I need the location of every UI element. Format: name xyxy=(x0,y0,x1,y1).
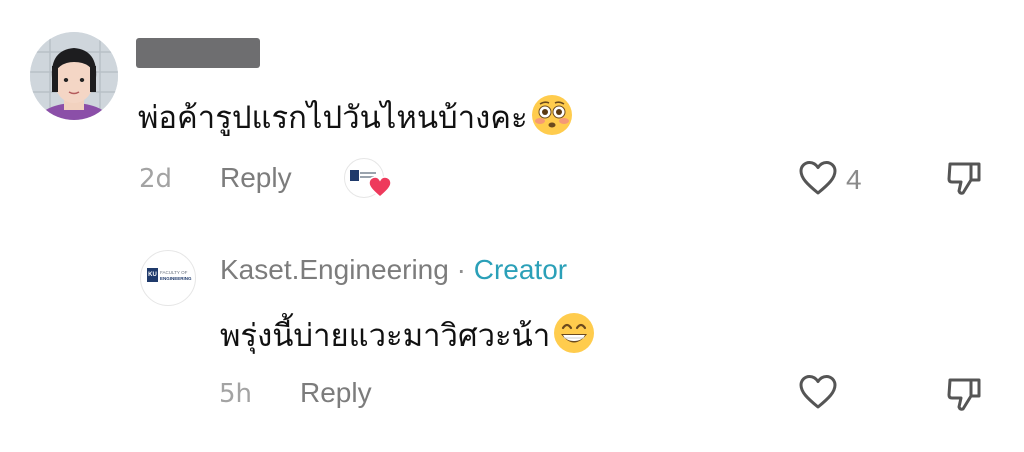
flushed-face-icon xyxy=(530,93,574,146)
reply-text: พรุ่งนี้บ่ายแวะมาวิศวะน้า xyxy=(220,311,596,364)
dislike-button-2[interactable] xyxy=(944,374,984,418)
heart-outline-icon xyxy=(799,161,837,195)
reply-timestamp: 5h xyxy=(219,379,253,409)
redacted-username xyxy=(136,38,260,68)
comment-timestamp: 2d xyxy=(139,164,173,194)
comment-text: พ่อค้ารูปแรกไปวันไหนบ้างคะ xyxy=(138,93,574,146)
logo-text: FACULTY OF xyxy=(160,270,188,275)
heart-outline-icon xyxy=(799,375,837,409)
comment-body: พ่อค้ารูปแรกไปวันไหนบ้างคะ xyxy=(138,100,528,137)
separator-dot: · xyxy=(456,254,466,285)
creator-badge: Creator xyxy=(473,254,568,285)
dislike-button[interactable] xyxy=(944,158,984,202)
logo-mark: KU xyxy=(148,272,157,278)
like-button[interactable] xyxy=(798,160,838,200)
heart-filled-icon xyxy=(368,176,392,202)
creator-avatar[interactable]: KU FACULTY OF ENGINEERING xyxy=(140,250,196,306)
username[interactable]: Kaset.Engineering xyxy=(220,254,449,285)
commenter-avatar[interactable] xyxy=(30,32,118,120)
thumbs-down-icon xyxy=(947,162,981,195)
like-button-2[interactable] xyxy=(798,374,838,414)
reply-author-line: Kaset.Engineering · Creator xyxy=(220,256,567,284)
thumbs-down-icon xyxy=(947,378,981,411)
logo-text-2: ENGINEERING xyxy=(160,276,192,281)
like-count: 4 xyxy=(846,164,862,195)
grinning-face-icon xyxy=(552,311,596,364)
reply-button-2[interactable]: Reply xyxy=(300,379,372,407)
reply-button[interactable]: Reply xyxy=(220,164,292,192)
reply-body: พรุ่งนี้บ่ายแวะมาวิศวะน้า xyxy=(220,318,551,355)
